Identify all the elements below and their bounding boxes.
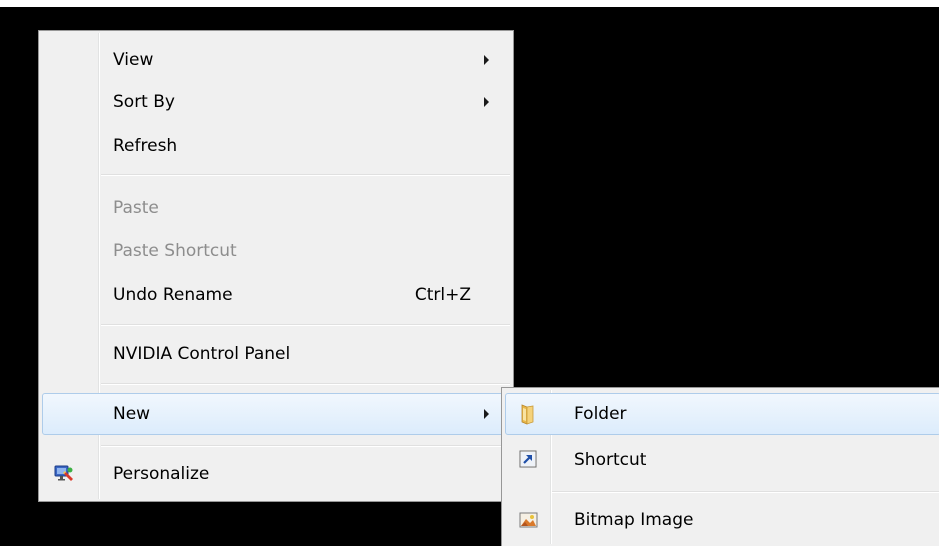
menu-item-new[interactable]: New [42, 393, 510, 435]
folder-icon [518, 403, 540, 425]
menu-item-label: Refresh [113, 136, 178, 156]
menu-separator [101, 445, 510, 446]
menu-separator [101, 174, 510, 175]
submenu-arrow-icon [484, 409, 489, 419]
menu-item-refresh[interactable]: Refresh [42, 127, 510, 165]
shortcut-icon [518, 449, 540, 471]
submenu-arrow-icon [484, 97, 489, 107]
menu-separator [101, 383, 510, 384]
menu-item-label: Paste [113, 198, 159, 218]
menu-item-view[interactable]: View [42, 41, 510, 79]
submenu-item-folder[interactable]: Folder [505, 393, 939, 435]
new-submenu: Folder Shortcut Bitmap Image [501, 387, 939, 546]
submenu-item-label: Shortcut [574, 450, 647, 470]
menu-item-label: Personalize [113, 464, 210, 484]
menu-item-nvidia-control-panel[interactable]: NVIDIA Control Panel [42, 335, 510, 373]
menu-separator [101, 324, 510, 325]
menu-item-label: New [113, 404, 151, 424]
submenu-arrow-icon [484, 55, 489, 65]
submenu-item-shortcut[interactable]: Shortcut [505, 440, 939, 480]
menu-item-paste-shortcut: Paste Shortcut [42, 232, 510, 270]
submenu-item-label: Folder [574, 404, 627, 424]
menu-item-label: View [113, 50, 154, 70]
menu-item-sort-by[interactable]: Sort By [42, 83, 510, 121]
menu-item-label: Sort By [113, 92, 175, 112]
personalize-icon [53, 463, 75, 485]
menu-item-undo-rename[interactable]: Undo Rename Ctrl+Z [42, 276, 510, 314]
menu-item-label: NVIDIA Control Panel [113, 344, 291, 364]
desktop-context-menu: View Sort By Refresh Paste Paste Shortcu… [38, 30, 514, 502]
menu-item-label: Undo Rename [113, 285, 233, 305]
submenu-item-label: Bitmap Image [574, 510, 694, 530]
menu-item-label: Paste Shortcut [113, 241, 237, 261]
bitmap-image-icon [518, 509, 540, 531]
menu-separator [552, 491, 939, 492]
submenu-item-bitmap-image[interactable]: Bitmap Image [505, 500, 939, 540]
keyboard-shortcut: Ctrl+Z [414, 285, 471, 305]
menu-item-paste: Paste [42, 189, 510, 227]
menu-item-personalize[interactable]: Personalize [42, 454, 510, 494]
desktop-top-edge [0, 0, 939, 7]
